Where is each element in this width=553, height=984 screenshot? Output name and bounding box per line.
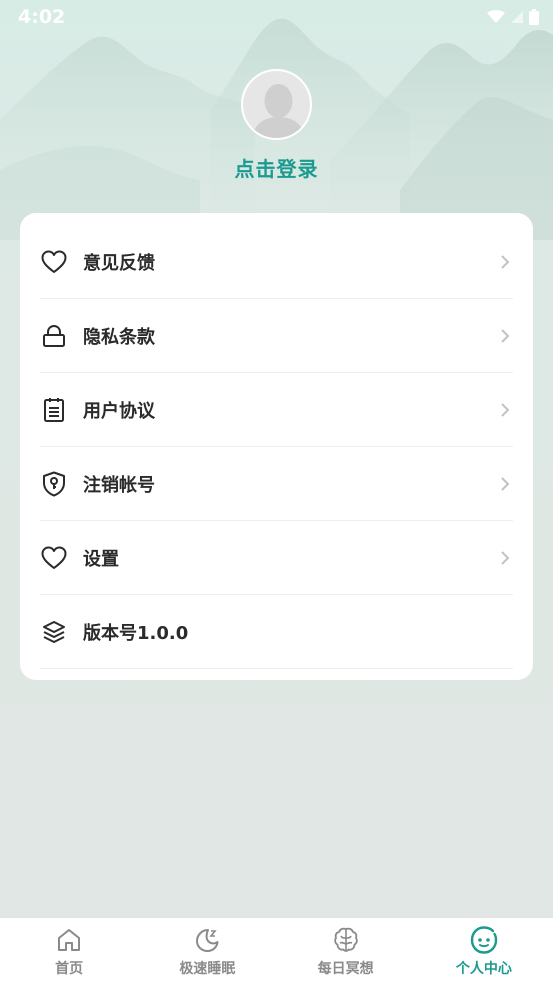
menu-item-settings[interactable]: 设置	[40, 521, 513, 595]
tab-daily-meditation[interactable]: 每日冥想	[277, 918, 415, 984]
chevron-right-icon	[497, 473, 513, 495]
tab-label: 每日冥想	[317, 961, 374, 977]
tab-home[interactable]: 首页	[0, 918, 138, 984]
bottom-tab-bar: 首页 极速睡眠 每日冥想 个人中心	[0, 917, 553, 984]
shield-key-icon	[40, 470, 68, 498]
chevron-right-icon	[497, 251, 513, 273]
menu-item-label: 用户协议	[83, 400, 155, 422]
smiley-icon	[470, 926, 498, 954]
login-link[interactable]: 点击登录	[0, 153, 553, 182]
menu-item-label: 注销帐号	[83, 474, 155, 496]
menu-item-label: 设置	[83, 548, 119, 570]
chevron-right-icon	[497, 399, 513, 421]
status-bar: 4:02	[0, 0, 553, 34]
signal-icon	[511, 11, 523, 23]
heart-icon	[40, 544, 68, 572]
tab-label: 首页	[55, 961, 84, 977]
menu-card: 意见反馈 隐私条款 用户协议 注销帐号 设置 版本号1.0.0	[20, 213, 533, 680]
tab-label: 个人中心	[455, 961, 512, 977]
menu-item-privacy[interactable]: 隐私条款	[40, 299, 513, 373]
menu-item-label: 意见反馈	[83, 252, 155, 274]
layers-icon	[40, 618, 68, 646]
menu-item-version: 版本号1.0.0	[40, 595, 513, 669]
tab-personal-center[interactable]: 个人中心	[415, 918, 553, 984]
clipboard-icon	[40, 396, 68, 424]
menu-item-delete-account[interactable]: 注销帐号	[40, 447, 513, 521]
tab-fast-sleep[interactable]: 极速睡眠	[138, 918, 276, 984]
tab-label: 极速睡眠	[179, 961, 236, 977]
heart-icon	[40, 248, 68, 276]
menu-item-feedback[interactable]: 意见反馈	[40, 225, 513, 299]
status-time: 4:02	[18, 6, 66, 28]
menu-item-label: 隐私条款	[83, 326, 155, 348]
brain-icon	[332, 926, 360, 954]
lock-icon	[40, 322, 68, 350]
chevron-right-icon	[497, 325, 513, 347]
avatar[interactable]	[241, 69, 312, 140]
moon-icon	[193, 926, 221, 954]
chevron-right-icon	[497, 547, 513, 569]
wifi-icon	[487, 10, 505, 23]
home-icon	[55, 926, 83, 954]
battery-icon	[529, 9, 539, 25]
menu-item-user-agreement[interactable]: 用户协议	[40, 373, 513, 447]
version-label: 版本号1.0.0	[83, 622, 189, 644]
